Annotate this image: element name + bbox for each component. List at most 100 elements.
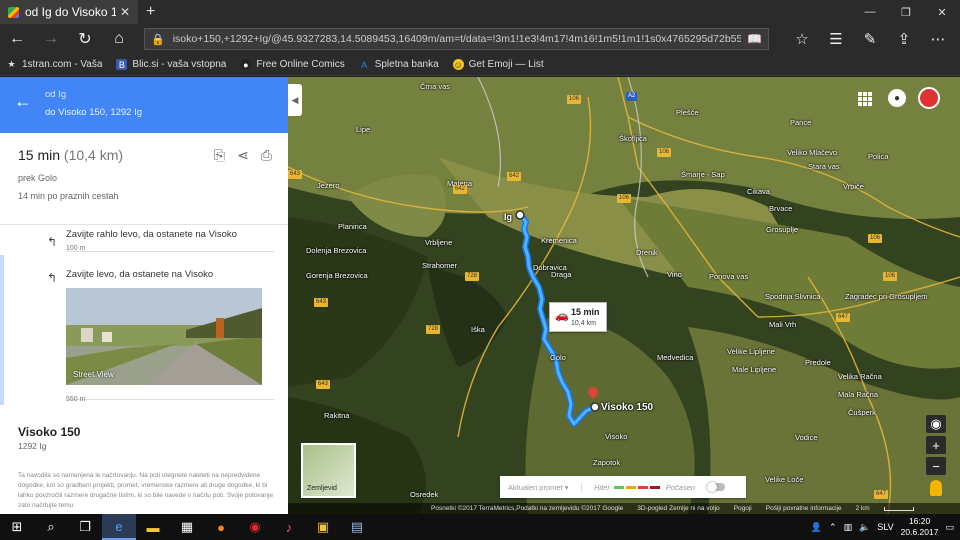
avatar[interactable] — [918, 87, 940, 109]
share-icon[interactable]: ⇪ — [890, 30, 918, 48]
minimize-icon[interactable]: — — [852, 0, 888, 24]
street-view-thumbnail[interactable]: Street View — [66, 288, 262, 385]
map-place-label[interactable]: Iška — [471, 325, 485, 334]
favorite-item[interactable]: ● Free Online Comics — [240, 59, 345, 70]
map-place-label[interactable]: Mala Račna — [838, 390, 878, 399]
map-place-label[interactable]: Predole — [805, 358, 831, 367]
map-place-label[interactable]: Čušperk — [848, 408, 876, 417]
earth-view-toggle[interactable]: Zemljevid — [301, 443, 356, 498]
map-place-label[interactable]: Škofljica — [619, 134, 647, 143]
map-place-label[interactable]: Lipe — [356, 125, 370, 134]
more-icon[interactable]: ⋯ — [924, 30, 952, 48]
map-place-label[interactable]: Golo — [550, 353, 566, 362]
network-icon[interactable]: ▥ — [844, 522, 853, 533]
map-place-label[interactable]: Brvace — [769, 204, 792, 213]
share-route-icon[interactable]: ⋖ — [237, 147, 249, 164]
action-center-icon[interactable]: ▭ — [945, 522, 954, 533]
map-place-label[interactable]: Velike Loče — [765, 475, 803, 484]
map-place-label[interactable]: Velike Lipljene — [727, 347, 775, 356]
search-icon[interactable]: ⌕ — [34, 514, 68, 540]
browser-tab[interactable]: od Ig do Visoko 150, 12 ✕ — [0, 0, 138, 24]
map-place-label[interactable]: Veliko Mlačevo — [787, 148, 837, 157]
itunes-icon[interactable]: ♪ — [272, 514, 306, 540]
map-place-label[interactable]: Zapotok — [593, 458, 620, 467]
favorite-star-icon[interactable]: ☆ — [788, 30, 816, 48]
map-place-label[interactable]: Vrbiče — [843, 182, 864, 191]
restore-icon[interactable]: ❐ — [888, 0, 924, 24]
map-place-label[interactable]: Medvedica — [657, 353, 693, 362]
notifications-icon[interactable]: ● — [888, 89, 906, 107]
map-place-label[interactable]: Dolenja Brezovica — [306, 246, 366, 255]
print-icon[interactable]: ⎙ — [261, 147, 272, 164]
send-to-device-icon[interactable]: ⎘ — [214, 147, 225, 164]
map-place-label[interactable]: Ponova vas — [709, 272, 748, 281]
map-place-label[interactable]: Strahomer — [422, 261, 457, 270]
pegman-icon[interactable] — [930, 480, 942, 496]
origin-label[interactable]: Ig — [504, 212, 512, 222]
traffic-select[interactable]: Aktualen promet ▾ — [500, 482, 582, 492]
favorite-item[interactable]: A Spletna banka — [359, 59, 438, 70]
reading-view-icon[interactable]: 📖 — [747, 32, 762, 46]
map-place-label[interactable]: Jezero — [317, 181, 340, 190]
feedback-link[interactable]: Pošlji povratne informacije — [766, 505, 842, 512]
map-place-label[interactable]: Gorenja Brezovica — [306, 271, 368, 280]
favorite-item[interactable]: B Blic.si - vaša vstopna — [116, 59, 226, 70]
compass-icon[interactable]: ◉ — [926, 415, 946, 433]
map-place-label[interactable]: Vrbljene — [425, 238, 452, 247]
map-place-label[interactable]: Pance — [790, 118, 811, 127]
volume-icon[interactable]: 🔈 — [859, 522, 870, 533]
map-place-label[interactable]: Draga — [551, 270, 571, 279]
map-place-label[interactable]: Spodnja Slivnica — [765, 292, 820, 301]
map-place-label[interactable]: Visoko — [605, 432, 627, 441]
map-place-label[interactable]: Polica — [868, 152, 888, 161]
map-place-label[interactable]: Plešče — [676, 108, 699, 117]
origin-text[interactable]: od Ig — [45, 89, 66, 100]
close-tab-icon[interactable]: ✕ — [120, 5, 130, 19]
folder-icon[interactable]: ▣ — [306, 514, 340, 540]
firefox-icon[interactable]: ● — [204, 514, 238, 540]
language-indicator[interactable]: SLV — [877, 522, 893, 532]
web-note-icon[interactable]: ✎ — [856, 30, 884, 48]
map-place-label[interactable]: Planinca — [338, 222, 367, 231]
forward-icon[interactable]: → — [34, 24, 68, 54]
tray-arrow-icon[interactable]: ⌃ — [829, 522, 837, 533]
map-place-label[interactable]: Grosuplje — [766, 225, 798, 234]
apps-grid-icon[interactable] — [858, 92, 872, 106]
start-icon[interactable]: ⊞ — [0, 514, 34, 540]
people-icon[interactable]: 👤 — [811, 522, 822, 533]
app-red-icon[interactable]: ◉ — [238, 514, 272, 540]
close-window-icon[interactable]: ✕ — [924, 0, 960, 24]
traffic-toggle[interactable] — [707, 482, 726, 492]
step-text[interactable]: Zavijte rahlo levo, da ostanete na Visok… — [66, 229, 237, 240]
terms-link[interactable]: Pogoji — [734, 505, 752, 512]
map-place-label[interactable]: Kremenica — [541, 236, 577, 245]
edge-icon[interactable]: e — [102, 514, 136, 540]
collapse-panel-icon[interactable]: ◀ — [288, 84, 302, 116]
favorite-item[interactable]: ★ 1stran.com - Vaša — [6, 59, 102, 70]
map-place-label[interactable]: Stara vas — [808, 162, 840, 171]
origin-marker[interactable] — [515, 210, 525, 220]
store-icon[interactable]: ▦ — [170, 514, 204, 540]
map-place-label[interactable]: Zagradec pri Grosupljem — [845, 292, 928, 301]
route-info-box[interactable]: 🚗 15 min 10,4 km — [549, 302, 607, 332]
home-icon[interactable]: ⌂ — [102, 24, 136, 54]
back-icon[interactable]: ← — [0, 24, 34, 54]
map-place-label[interactable]: Cikava — [747, 187, 770, 196]
favorite-item[interactable]: ☺ Get Emoji — List — [452, 59, 544, 70]
zoom-in-button[interactable]: + — [926, 436, 946, 454]
task-view-icon[interactable]: ❐ — [68, 514, 102, 540]
map-place-label[interactable]: Vino — [667, 270, 682, 279]
map-place-label[interactable]: Male Lipljene — [732, 365, 776, 374]
zoom-out-button[interactable]: − — [926, 457, 946, 475]
address-bar[interactable]: 🔒 isoko+150,+1292+Ig/@45.9327283,14.5089… — [144, 28, 769, 50]
map-place-label[interactable]: Rakitna — [324, 411, 349, 420]
new-tab-icon[interactable]: + — [146, 3, 155, 21]
map-place-label[interactable]: Velika Račna — [838, 372, 882, 381]
map-place-label[interactable]: Črna vas — [420, 82, 450, 91]
map-place-label[interactable]: Vodice — [795, 433, 818, 442]
map-place-label[interactable]: Šmarje - Sap — [681, 170, 725, 179]
map-place-label[interactable]: Osredek — [410, 490, 438, 499]
refresh-icon[interactable]: ↻ — [68, 24, 102, 54]
map-place-label[interactable]: Mali Vrh — [769, 320, 796, 329]
hub-icon[interactable]: ☰ — [822, 30, 850, 48]
